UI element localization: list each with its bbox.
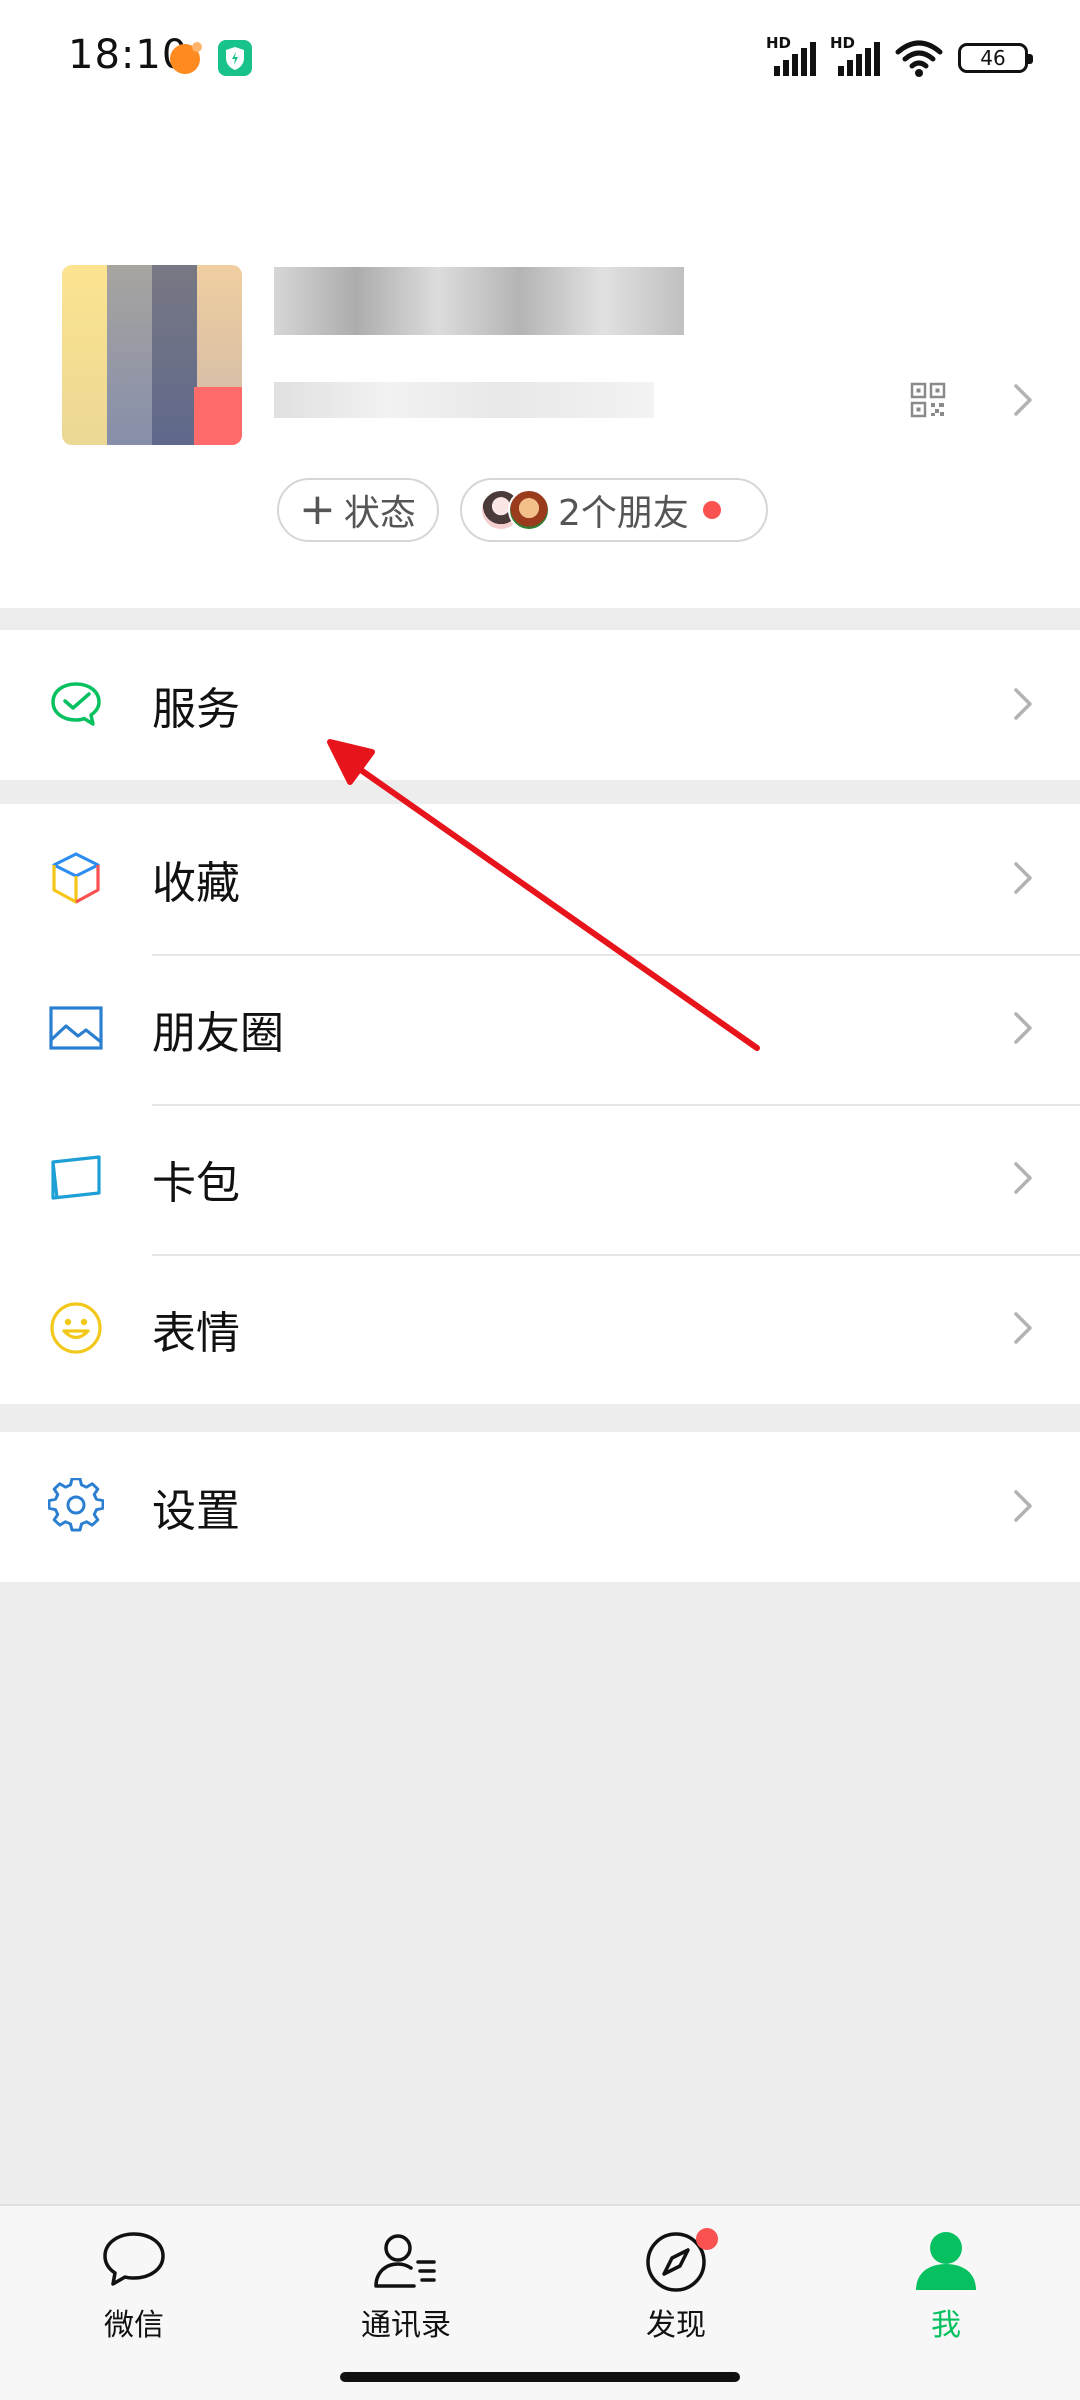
home-indicator[interactable]	[340, 2372, 740, 2382]
gear-icon	[48, 1478, 104, 1532]
status-indicators: HD HD 46	[766, 34, 1033, 82]
friends-pill-label: 2个朋友	[558, 493, 689, 534]
menu-item-settings[interactable]: 设置	[0, 1432, 1080, 1582]
menu-label-settings: 设置	[152, 1486, 240, 1537]
settings-section: 设置	[0, 1432, 1080, 1582]
chevron-right-icon	[1014, 1312, 1032, 1344]
menu-item-stickers[interactable]: 表情	[0, 1254, 1080, 1404]
menu-item-service[interactable]: 服务	[0, 630, 1080, 780]
menu-item-favorites[interactable]: 收藏	[0, 804, 1080, 954]
add-status-button[interactable]: + 状态	[277, 478, 439, 542]
tab-label-me: 我	[931, 2308, 961, 2343]
chevron-right-icon	[1014, 1490, 1032, 1522]
tab-label-chats: 微信	[104, 2308, 164, 2343]
wifi-icon	[895, 40, 943, 77]
service-section: 服务	[0, 630, 1080, 780]
chevron-right-icon[interactable]	[1002, 380, 1042, 420]
shield-icon	[218, 40, 252, 76]
status-bar: 18:10 HD HD 46	[0, 0, 1080, 120]
tab-me[interactable]: 我	[846, 2228, 1046, 2344]
tab-label-contacts: 通讯录	[361, 2308, 451, 2343]
status-pill-label: 状态	[343, 493, 416, 534]
tab-label-discover: 发现	[646, 2308, 706, 2343]
battery-indicator: 46	[958, 43, 1033, 73]
divider	[152, 954, 1080, 956]
menu-item-cards[interactable]: 卡包	[0, 1104, 1080, 1254]
friends-status-button[interactable]: 2个朋友	[460, 478, 768, 542]
divider	[152, 1104, 1080, 1106]
chevron-right-icon	[1014, 688, 1032, 720]
favorites-cube-icon	[52, 852, 100, 904]
qr-code-icon[interactable]	[910, 382, 946, 418]
plus-icon: +	[299, 484, 336, 535]
service-icon	[51, 682, 101, 726]
menu-label-favorites: 收藏	[152, 858, 240, 909]
contacts-icon	[374, 2234, 436, 2288]
features-section: 收藏 朋友圈 卡包 表情	[0, 804, 1080, 1404]
wechat-id-blurred	[274, 382, 654, 418]
smiley-icon	[50, 1302, 102, 1354]
tab-contacts[interactable]: 通讯录	[306, 2228, 506, 2344]
menu-label-cards: 卡包	[152, 1158, 240, 1209]
unread-dot	[702, 501, 721, 519]
bottom-tab-bar: 微信 通讯录 发现 我	[0, 2204, 1080, 2400]
chevron-right-icon	[1014, 1162, 1032, 1194]
friend-avatar-2	[508, 489, 550, 531]
wechat-me-screen: 18:10 HD HD 46 + 状态 2个朋友 服务 收藏 朋友圈 卡包 表情…	[0, 0, 1080, 2400]
menu-item-moments[interactable]: 朋友圈	[0, 954, 1080, 1104]
cellular-signal-icon-2: HD	[830, 34, 880, 80]
avatar[interactable]	[62, 265, 242, 445]
nickname-blurred	[274, 267, 684, 335]
chevron-right-icon	[1014, 1012, 1032, 1044]
menu-label-stickers: 表情	[152, 1308, 240, 1359]
discover-badge-dot	[696, 2228, 718, 2250]
cellular-signal-icon: HD	[766, 34, 816, 80]
tab-discover[interactable]: 发现	[576, 2228, 776, 2344]
person-icon	[916, 2232, 976, 2290]
tab-chats[interactable]: 微信	[34, 2228, 234, 2344]
profile-header[interactable]: + 状态 2个朋友	[0, 120, 1080, 608]
notification-app-icon	[170, 42, 202, 74]
chevron-right-icon	[1014, 862, 1032, 894]
card-wallet-icon	[51, 1155, 101, 1200]
menu-label-moments: 朋友圈	[152, 1008, 284, 1059]
menu-label-service: 服务	[152, 684, 240, 735]
divider	[152, 1254, 1080, 1256]
chat-bubble-icon	[103, 2232, 165, 2286]
moments-picture-icon	[49, 1006, 103, 1050]
